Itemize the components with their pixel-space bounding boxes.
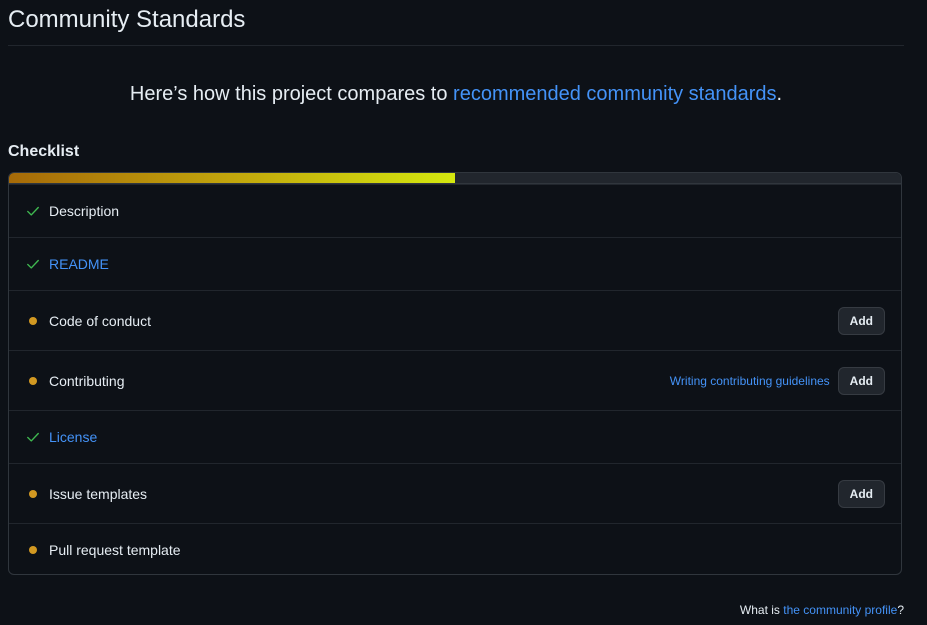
recommended-standards-link[interactable]: recommended community standards <box>453 83 776 105</box>
page-title: Community Standards <box>8 6 246 33</box>
progress-bar-fill <box>9 173 455 183</box>
footer-text: What is the community profile? <box>740 602 904 618</box>
checklist-row-issue-templates: Issue templates Add <box>9 463 901 523</box>
checklist-box: Description README Code of conduct Add C… <box>8 172 902 575</box>
checklist-row-license: License <box>9 410 901 463</box>
progress-bar <box>9 173 901 184</box>
checklist-row-contributing: Contributing Writing contributing guidel… <box>9 350 901 410</box>
add-issue-templates-button[interactable]: Add <box>837 479 885 508</box>
pending-dot-icon <box>25 313 41 329</box>
checklist-row-code-of-conduct: Code of conduct Add <box>9 290 901 350</box>
intro-prefix: Here’s how this project compares to <box>129 83 454 105</box>
check-icon <box>25 429 41 445</box>
add-contributing-button[interactable]: Add <box>837 366 885 395</box>
check-icon <box>25 256 41 272</box>
footer-suffix: ? <box>897 603 904 617</box>
checklist-item-label: Code of conduct <box>49 312 151 329</box>
intro-suffix: . <box>776 83 783 105</box>
community-profile-link[interactable]: the community profile <box>783 603 897 617</box>
add-code-of-conduct-button[interactable]: Add <box>837 306 885 335</box>
license-link[interactable]: License <box>49 427 885 447</box>
intro-text: Here’s how this project compares to reco… <box>8 80 904 108</box>
contributing-guidelines-link[interactable]: Writing contributing guidelines <box>670 374 830 388</box>
checklist-item-label: Pull request template <box>49 542 181 558</box>
checklist-item-label: Issue templates <box>49 485 148 502</box>
checklist-row-readme: README <box>9 237 901 290</box>
footer-prefix: What is <box>739 603 784 617</box>
checklist-row-description: Description <box>9 184 901 237</box>
pending-dot-icon <box>25 542 41 558</box>
checklist-item-label: Description <box>49 203 120 219</box>
pending-dot-icon <box>25 486 41 502</box>
checklist-heading: Checklist <box>8 143 80 160</box>
checklist-row-pull-request-template: Pull request template <box>9 523 901 574</box>
check-icon <box>25 203 41 219</box>
readme-link[interactable]: README <box>49 254 885 274</box>
title-divider <box>8 45 904 46</box>
checklist-item-label: Contributing <box>49 372 125 389</box>
pending-dot-icon <box>25 373 41 389</box>
